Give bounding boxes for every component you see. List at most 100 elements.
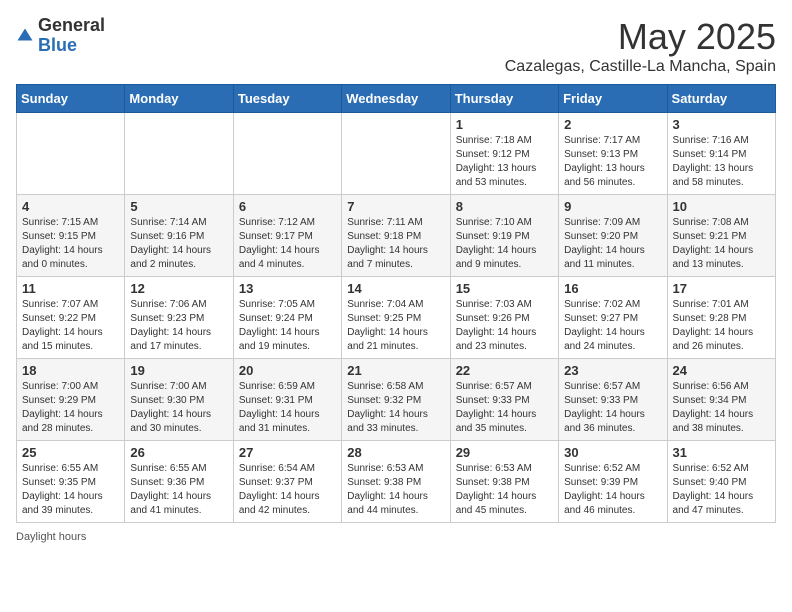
calendar-day-header: Friday xyxy=(559,85,667,113)
day-info: Sunrise: 7:11 AM Sunset: 9:18 PM Dayligh… xyxy=(347,216,444,272)
calendar-day-cell: 10 Sunrise: 7:08 AM Sunset: 9:21 PM Dayli… xyxy=(667,195,775,277)
day-info: Sunrise: 7:14 AM Sunset: 9:16 PM Dayligh… xyxy=(130,216,227,272)
calendar-day-cell: 26Sunrise: 6:55 AM Sunset: 9:36 PM Dayli… xyxy=(125,441,233,523)
day-info: Sunrise: 6:52 AM Sunset: 9:40 PM Dayligh… xyxy=(673,462,770,518)
day-number: 14 xyxy=(347,281,444,296)
title-area: May 2025 Cazalegas, Castille-La Mancha, … xyxy=(505,16,776,76)
calendar-week-row: 4 Sunrise: 7:15 AM Sunset: 9:15 PM Daylig… xyxy=(17,195,776,277)
header: General Blue May 2025 Cazalegas, Castill… xyxy=(16,16,776,76)
day-info: Sunrise: 7:06 AM Sunset: 9:23 PM Dayligh… xyxy=(130,298,227,354)
day-info: Sunrise: 7:05 AM Sunset: 9:24 PM Dayligh… xyxy=(239,298,336,354)
day-number: 20 xyxy=(239,363,336,378)
day-info: Sunrise: 6:59 AM Sunset: 9:31 PM Dayligh… xyxy=(239,380,336,436)
calendar-day-cell: 29Sunrise: 6:53 AM Sunset: 9:38 PM Dayli… xyxy=(450,441,558,523)
day-info: Sunrise: 7:04 AM Sunset: 9:25 PM Dayligh… xyxy=(347,298,444,354)
calendar-week-row: 11 Sunrise: 7:07 AM Sunset: 9:22 PM Dayli… xyxy=(17,277,776,359)
day-number: 28 xyxy=(347,445,444,460)
calendar-day-cell: 19 Sunrise: 7:00 AM Sunset: 9:30 PM Dayli… xyxy=(125,359,233,441)
calendar-day-header: Monday xyxy=(125,85,233,113)
day-number: 18 xyxy=(22,363,119,378)
calendar-week-row: 18 Sunrise: 7:00 AM Sunset: 9:29 PM Dayli… xyxy=(17,359,776,441)
logo-general: General xyxy=(38,16,105,36)
calendar-day-cell: 23 Sunrise: 6:57 AM Sunset: 9:33 PM Dayli… xyxy=(559,359,667,441)
calendar-day-cell xyxy=(125,113,233,195)
day-number: 2 xyxy=(564,117,661,132)
calendar-day-cell xyxy=(233,113,341,195)
day-number: 17 xyxy=(673,281,770,296)
day-info: Sunrise: 7:00 AM Sunset: 9:30 PM Dayligh… xyxy=(130,380,227,436)
day-info: Sunrise: 6:55 AM Sunset: 9:35 PM Dayligh… xyxy=(22,462,119,518)
calendar-day-header: Thursday xyxy=(450,85,558,113)
day-info: Sunrise: 7:17 AM Sunset: 9:13 PM Dayligh… xyxy=(564,134,661,190)
calendar-day-cell: 8Sunrise: 7:10 AM Sunset: 9:19 PM Daylig… xyxy=(450,195,558,277)
day-info: Sunrise: 7:09 AM Sunset: 9:20 PM Dayligh… xyxy=(564,216,661,272)
day-number: 4 xyxy=(22,199,119,214)
day-info: Sunrise: 7:18 AM Sunset: 9:12 PM Dayligh… xyxy=(456,134,553,190)
day-number: 21 xyxy=(347,363,444,378)
calendar-day-cell: 25Sunrise: 6:55 AM Sunset: 9:35 PM Dayli… xyxy=(17,441,125,523)
calendar-day-cell: 1Sunrise: 7:18 AM Sunset: 9:12 PM Daylig… xyxy=(450,113,558,195)
day-number: 23 xyxy=(564,363,661,378)
calendar-day-cell xyxy=(17,113,125,195)
calendar-day-cell: 21Sunrise: 6:58 AM Sunset: 9:32 PM Dayli… xyxy=(342,359,450,441)
calendar-week-row: 1Sunrise: 7:18 AM Sunset: 9:12 PM Daylig… xyxy=(17,113,776,195)
day-info: Sunrise: 6:57 AM Sunset: 9:33 PM Dayligh… xyxy=(456,380,553,436)
calendar-day-cell: 13 Sunrise: 7:05 AM Sunset: 9:24 PM Dayli… xyxy=(233,277,341,359)
day-number: 7 xyxy=(347,199,444,214)
calendar-day-cell: 31 Sunrise: 6:52 AM Sunset: 9:40 PM Dayli… xyxy=(667,441,775,523)
day-info: Sunrise: 7:08 AM Sunset: 9:21 PM Dayligh… xyxy=(673,216,770,272)
calendar-day-cell: 28Sunrise: 6:53 AM Sunset: 9:38 PM Dayli… xyxy=(342,441,450,523)
day-info: Sunrise: 7:01 AM Sunset: 9:28 PM Dayligh… xyxy=(673,298,770,354)
day-number: 3 xyxy=(673,117,770,132)
day-number: 5 xyxy=(130,199,227,214)
day-number: 30 xyxy=(564,445,661,460)
day-number: 13 xyxy=(239,281,336,296)
day-number: 9 xyxy=(564,199,661,214)
day-info: Sunrise: 6:52 AM Sunset: 9:39 PM Dayligh… xyxy=(564,462,661,518)
day-info: Sunrise: 7:00 AM Sunset: 9:29 PM Dayligh… xyxy=(22,380,119,436)
calendar-day-cell: 20 Sunrise: 6:59 AM Sunset: 9:31 PM Dayli… xyxy=(233,359,341,441)
day-info: Sunrise: 7:07 AM Sunset: 9:22 PM Dayligh… xyxy=(22,298,119,354)
day-info: Sunrise: 7:15 AM Sunset: 9:15 PM Dayligh… xyxy=(22,216,119,272)
day-number: 15 xyxy=(456,281,553,296)
day-number: 10 xyxy=(673,199,770,214)
calendar-day-cell: 12 Sunrise: 7:06 AM Sunset: 9:23 PM Dayli… xyxy=(125,277,233,359)
logo-text: General Blue xyxy=(38,16,105,56)
logo-icon xyxy=(16,27,34,45)
footer-note: Daylight hours xyxy=(16,531,776,543)
day-number: 31 xyxy=(673,445,770,460)
calendar-day-cell: 14 Sunrise: 7:04 AM Sunset: 9:25 PM Dayli… xyxy=(342,277,450,359)
logo-blue: Blue xyxy=(38,36,105,56)
calendar-day-cell: 24Sunrise: 6:56 AM Sunset: 9:34 PM Dayli… xyxy=(667,359,775,441)
calendar: SundayMondayTuesdayWednesdayThursdayFrid… xyxy=(16,84,776,523)
calendar-day-cell: 18 Sunrise: 7:00 AM Sunset: 9:29 PM Dayli… xyxy=(17,359,125,441)
calendar-day-cell: 6Sunrise: 7:12 AM Sunset: 9:17 PM Daylig… xyxy=(233,195,341,277)
day-number: 22 xyxy=(456,363,553,378)
day-number: 8 xyxy=(456,199,553,214)
day-number: 19 xyxy=(130,363,227,378)
calendar-day-header: Tuesday xyxy=(233,85,341,113)
calendar-day-cell: 30 Sunrise: 6:52 AM Sunset: 9:39 PM Dayli… xyxy=(559,441,667,523)
calendar-day-cell: 16Sunrise: 7:02 AM Sunset: 9:27 PM Dayli… xyxy=(559,277,667,359)
calendar-day-cell: 7 Sunrise: 7:11 AM Sunset: 9:18 PM Daylig… xyxy=(342,195,450,277)
calendar-day-header: Wednesday xyxy=(342,85,450,113)
calendar-day-cell: 9 Sunrise: 7:09 AM Sunset: 9:20 PM Daylig… xyxy=(559,195,667,277)
day-info: Sunrise: 6:54 AM Sunset: 9:37 PM Dayligh… xyxy=(239,462,336,518)
calendar-day-cell: 22 Sunrise: 6:57 AM Sunset: 9:33 PM Dayli… xyxy=(450,359,558,441)
day-info: Sunrise: 6:57 AM Sunset: 9:33 PM Dayligh… xyxy=(564,380,661,436)
calendar-day-cell xyxy=(342,113,450,195)
calendar-day-header: Saturday xyxy=(667,85,775,113)
calendar-day-cell: 17 Sunrise: 7:01 AM Sunset: 9:28 PM Dayli… xyxy=(667,277,775,359)
calendar-header-row: SundayMondayTuesdayWednesdayThursdayFrid… xyxy=(17,85,776,113)
day-number: 11 xyxy=(22,281,119,296)
location-subtitle: Cazalegas, Castille-La Mancha, Spain xyxy=(505,58,776,76)
day-info: Sunrise: 7:03 AM Sunset: 9:26 PM Dayligh… xyxy=(456,298,553,354)
day-number: 16 xyxy=(564,281,661,296)
day-number: 29 xyxy=(456,445,553,460)
calendar-day-cell: 11 Sunrise: 7:07 AM Sunset: 9:22 PM Dayli… xyxy=(17,277,125,359)
day-number: 12 xyxy=(130,281,227,296)
daylight-label: Daylight hours xyxy=(16,531,86,543)
calendar-day-cell: 4 Sunrise: 7:15 AM Sunset: 9:15 PM Daylig… xyxy=(17,195,125,277)
day-info: Sunrise: 6:56 AM Sunset: 9:34 PM Dayligh… xyxy=(673,380,770,436)
logo: General Blue xyxy=(16,16,105,56)
